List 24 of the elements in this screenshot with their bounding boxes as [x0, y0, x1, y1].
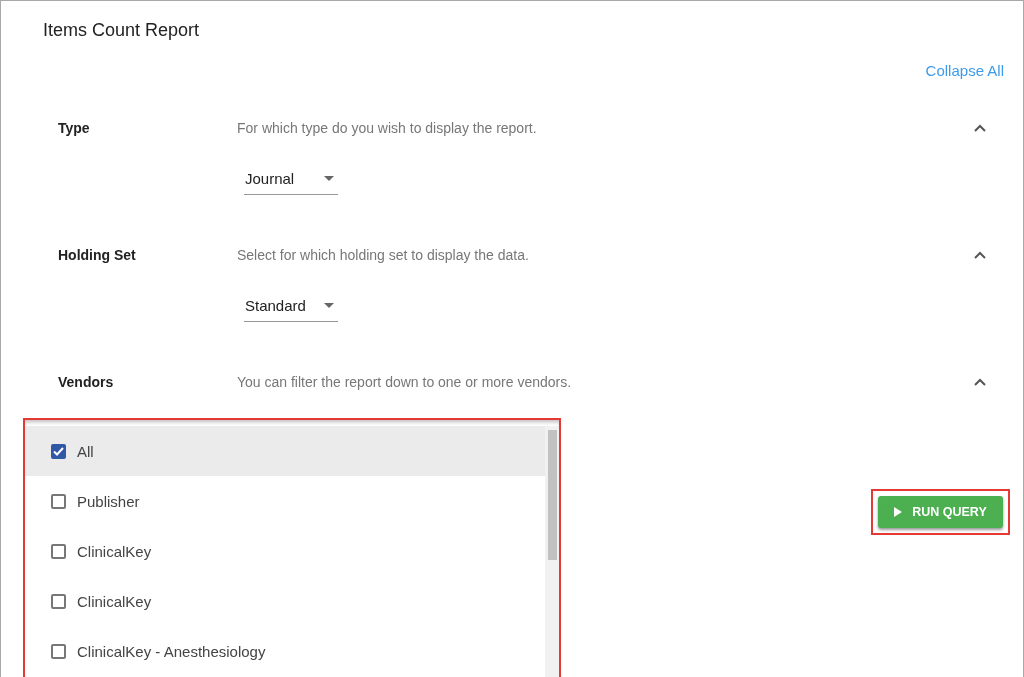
section-description: For which type do you wish to display the report.	[237, 120, 538, 136]
section-description: You can filter the report down to one or more vendors.	[237, 374, 573, 390]
play-icon	[894, 507, 903, 517]
section-label: Type	[58, 120, 91, 136]
checkbox[interactable]	[51, 543, 66, 559]
vendor-name: ClinicalKey	[77, 592, 152, 610]
report-title: Items Count Report	[43, 19, 201, 41]
vendor-name: Publisher	[77, 492, 140, 510]
scrollbar[interactable]	[545, 426, 559, 677]
select-dropdown[interactable]: Standard	[244, 290, 338, 322]
section-description: Select for which holding set to display the data.	[237, 247, 530, 263]
checkbox[interactable]	[51, 643, 66, 659]
checkbox[interactable]	[51, 593, 66, 609]
vendor-name: ClinicalKey	[77, 542, 152, 560]
section-label: Holding Set	[58, 247, 137, 263]
caret-icon	[324, 175, 334, 182]
vendor-option[interactable]: All	[25, 426, 545, 476]
checkbox[interactable]	[51, 443, 66, 459]
select-dropdown[interactable]: Journal	[244, 163, 338, 195]
caret-icon	[324, 302, 334, 309]
checkbox[interactable]	[51, 493, 66, 509]
vendor-name: ClinicalKey - Anesthesiology	[77, 642, 266, 660]
section-label: Vendors	[58, 374, 115, 390]
vendor-name: All	[77, 442, 94, 460]
